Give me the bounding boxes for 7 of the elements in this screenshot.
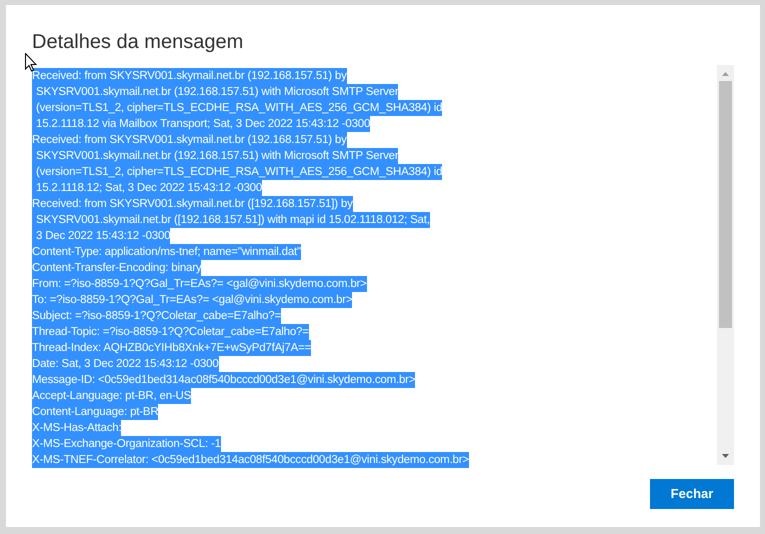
dialog-title: Detalhes da mensagem xyxy=(32,30,244,55)
scroll-up-icon[interactable] xyxy=(722,72,729,76)
scrollbar-thumb[interactable] xyxy=(719,81,732,328)
scrollbar[interactable] xyxy=(717,65,734,465)
scroll-down-icon[interactable] xyxy=(722,454,729,458)
close-button[interactable]: Fechar xyxy=(650,479,734,509)
mouse-pointer-icon xyxy=(25,53,37,72)
